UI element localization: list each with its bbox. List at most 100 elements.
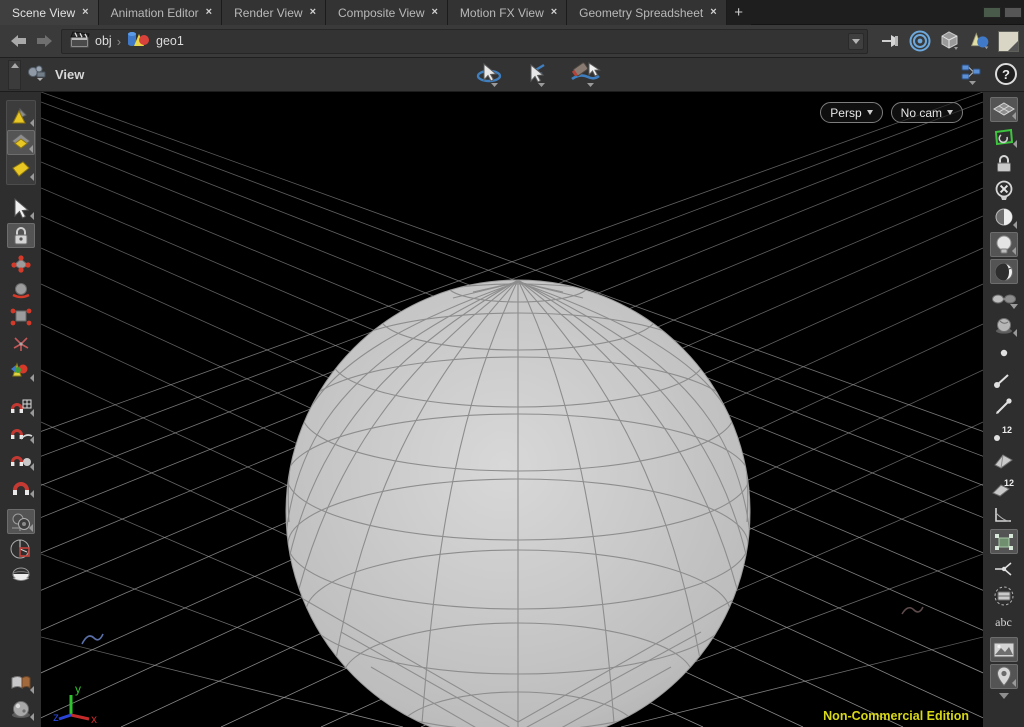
menu-arrow-icon [26, 490, 34, 498]
geometry-display-button[interactable] [938, 29, 962, 53]
viewport-mode-buttons: Persp No cam [820, 102, 963, 123]
vertices-select-icon[interactable] [7, 331, 35, 356]
desktop-indicator-icon[interactable] [983, 7, 1001, 18]
svg-text:x: x [91, 712, 97, 725]
points-select-icon[interactable] [7, 250, 35, 275]
magnet-point-icon[interactable] [7, 447, 35, 472]
menu-arrow-icon [1008, 679, 1016, 687]
tab-scene-view[interactable]: Scene View × [0, 0, 99, 25]
menu-arrow-icon [26, 686, 34, 694]
magnet-curve-icon[interactable] [7, 420, 35, 445]
path-dropdown-button[interactable] [848, 32, 864, 50]
close-icon[interactable]: × [310, 7, 316, 18]
viewport-3d[interactable]: Persp No cam y x z Non-Commercial Editio… [41, 92, 983, 727]
close-icon[interactable]: × [710, 7, 716, 18]
arrow-handle-icon[interactable] [522, 61, 552, 90]
point-marker-icon[interactable] [990, 394, 1018, 419]
close-icon[interactable]: × [206, 7, 212, 18]
sphere-object[interactable] [41, 92, 983, 727]
breadcrumb-obj[interactable]: obj [66, 30, 115, 52]
menu-arrow-icon [26, 463, 34, 471]
prim-face-icon[interactable] [990, 448, 1018, 473]
viewport-layout-icon[interactable] [7, 536, 35, 561]
image-icon[interactable] [989, 637, 1018, 662]
path-input[interactable]: obj › geo1 [61, 28, 868, 54]
target-button[interactable] [908, 29, 932, 53]
view-scroll-up-button[interactable] [8, 60, 21, 90]
nav-arrows [0, 33, 61, 49]
camera-tumble-icon[interactable] [7, 563, 35, 588]
rail-overflow-chevron-down-icon[interactable] [998, 693, 1009, 699]
pin-button[interactable] [878, 29, 902, 53]
point-normal-icon[interactable] [990, 367, 1018, 392]
magnet-grid-icon[interactable] [7, 393, 35, 418]
axis-gizmo: y x z [53, 679, 113, 726]
close-icon[interactable]: × [431, 7, 437, 18]
object-display-button[interactable] [968, 29, 992, 53]
yellow-plane-icon[interactable] [7, 157, 35, 182]
handle-swirl-2-icon [899, 602, 925, 627]
angle-measure-icon[interactable] [990, 502, 1018, 527]
material-ball-icon[interactable] [990, 313, 1018, 338]
construction-plane-icon[interactable] [6, 509, 35, 534]
primitives-select-icon[interactable] [7, 304, 35, 329]
shaded-grid-icon[interactable] [989, 97, 1018, 122]
pan-zoom-icon[interactable] [569, 61, 602, 90]
view-mode-button[interactable]: Persp [820, 102, 883, 123]
desktop-indicator-2-icon[interactable] [1004, 7, 1022, 18]
glasses-icon[interactable] [990, 286, 1018, 311]
svg-text:?: ? [1002, 67, 1010, 82]
application-window: Scene View × Animation Editor × Render V… [0, 0, 1024, 727]
diamond-soft-icon[interactable] [6, 130, 35, 155]
tab-motion-fx-view[interactable]: Motion FX View × [447, 0, 568, 25]
menu-arrow-icon [26, 119, 34, 127]
tab-render-view[interactable]: Render View × [222, 0, 326, 25]
menu-arrow-icon [26, 713, 34, 721]
point-dot-icon[interactable] [990, 340, 1018, 365]
normals-icon[interactable] [990, 556, 1018, 581]
forward-arrow-icon[interactable] [34, 33, 54, 49]
vertex-corners-icon[interactable] [989, 529, 1018, 554]
magnet-icon[interactable] [7, 474, 35, 499]
tab-composite-view[interactable]: Composite View × [326, 0, 448, 25]
book-icon[interactable] [7, 670, 35, 695]
point-numbers-icon[interactable]: 12 [990, 421, 1018, 446]
shadow-sphere-icon[interactable] [989, 259, 1018, 284]
tab-label: Geometry Spreadsheet [579, 5, 704, 20]
window-corner-widgets [983, 0, 1022, 25]
render-sphere-icon[interactable] [7, 697, 35, 722]
close-icon[interactable]: × [82, 7, 88, 18]
breadcrumb-geo1-label: geo1 [156, 34, 184, 48]
cursor-arrow-icon[interactable] [7, 196, 35, 221]
green-wireframe-icon[interactable] [990, 124, 1018, 149]
texture-circle-icon[interactable] [990, 583, 1018, 608]
padlock-closed-icon[interactable] [990, 151, 1018, 176]
camera-select-label: No cam [900, 105, 942, 120]
padlock-icon[interactable] [6, 223, 35, 248]
edges-select-icon[interactable] [7, 277, 35, 302]
prim-numbers-icon[interactable]: 12 [990, 475, 1018, 500]
menu-arrow-icon [26, 212, 34, 220]
cone-handle-icon[interactable] [7, 103, 35, 128]
add-tab-button[interactable]: + [726, 0, 751, 25]
tab-geometry-spreadsheet[interactable]: Geometry Spreadsheet × [567, 0, 727, 25]
camera-select-button[interactable]: No cam [890, 102, 963, 123]
breadcrumb-geo1[interactable]: geo1 [123, 30, 187, 52]
question-mark-icon[interactable]: ? [994, 62, 1018, 89]
abc-text-icon[interactable]: abc [990, 610, 1018, 635]
back-arrow-icon[interactable] [9, 33, 29, 49]
close-icon[interactable]: × [551, 7, 557, 18]
tab-bar: Scene View × Animation Editor × Render V… [0, 0, 1024, 25]
tab-animation-editor[interactable]: Animation Editor × [98, 0, 223, 25]
path-bar-buttons [868, 29, 1024, 53]
nodes-icon[interactable] [960, 62, 984, 89]
tab-label: Render View [234, 5, 303, 20]
components-select-icon[interactable] [7, 358, 35, 383]
color-swatch-button[interactable] [998, 30, 1019, 52]
breadcrumb-separator: › [116, 33, 122, 49]
half-lit-bulb-icon[interactable] [990, 205, 1018, 230]
light-bulb-icon[interactable] [989, 232, 1018, 257]
ghost-x-icon[interactable] [990, 178, 1018, 203]
map-pin-icon[interactable] [989, 664, 1018, 689]
arrow-orbit-icon[interactable] [475, 61, 505, 90]
